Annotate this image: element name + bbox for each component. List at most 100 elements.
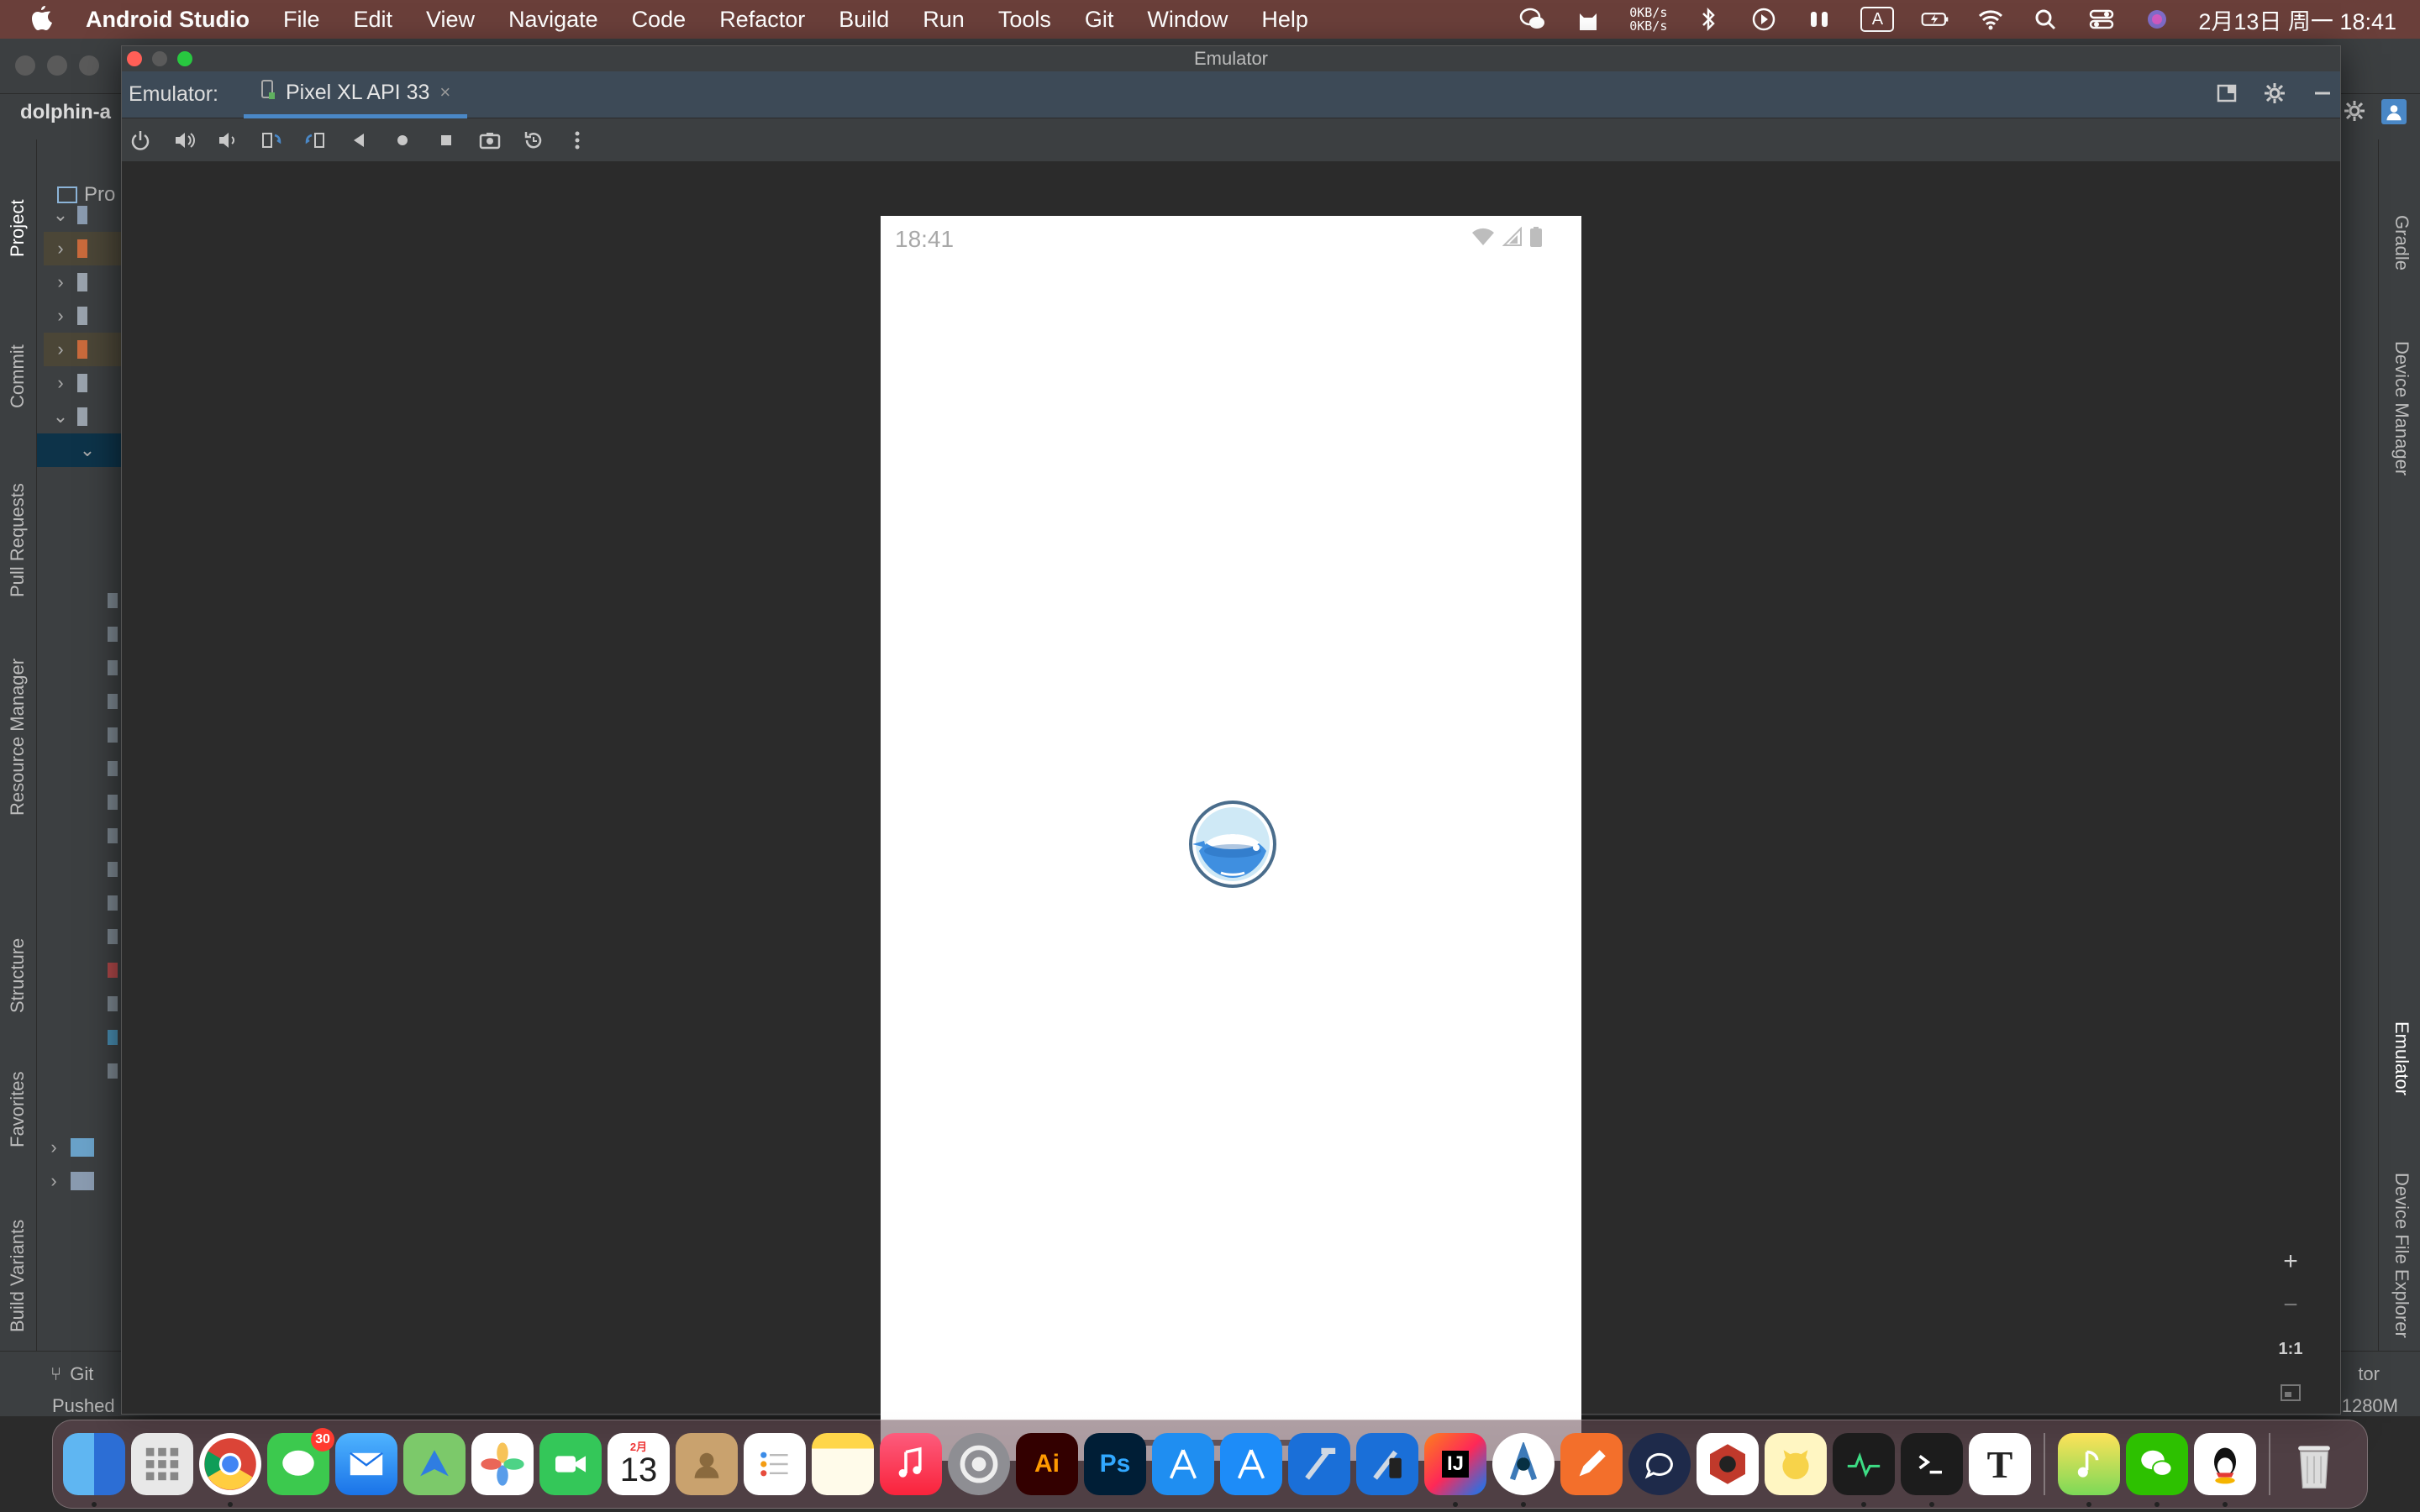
file-icon[interactable] [108, 694, 118, 709]
tool-tab-project[interactable]: Project [7, 200, 29, 257]
tree-row[interactable]: › [44, 299, 121, 333]
tool-tab-emulator[interactable]: Emulator [2391, 1021, 2412, 1095]
file-icon[interactable] [108, 660, 118, 675]
tool-tab-build-variants[interactable]: Build Variants [7, 1220, 29, 1332]
notes-icon[interactable] [812, 1433, 874, 1495]
settings-icon[interactable] [2343, 99, 2366, 123]
volume-down-icon[interactable] [214, 127, 241, 154]
menu-run[interactable]: Run [923, 7, 965, 33]
menu-code[interactable]: Code [632, 7, 687, 33]
tree-root-row[interactable]: ⌄ [44, 198, 121, 232]
hex-app-icon[interactable] [1697, 1433, 1759, 1495]
ide-minimize-button[interactable] [47, 55, 67, 76]
photos-icon[interactable] [471, 1433, 534, 1495]
emulator-minimize-button[interactable] [152, 51, 167, 66]
trash-icon[interactable] [2283, 1433, 2345, 1495]
airpods-icon[interactable] [1805, 7, 1833, 32]
app-store-icon[interactable] [1220, 1433, 1282, 1495]
file-icon[interactable] [108, 795, 118, 810]
menu-file[interactable]: File [283, 7, 320, 33]
menu-tools[interactable]: Tools [998, 7, 1051, 33]
tool-tab-resource-manager[interactable]: Resource Manager [7, 659, 29, 816]
file-icon[interactable] [108, 828, 118, 843]
actual-size-button[interactable]: 1:1 [2270, 1335, 2311, 1363]
cat-status-icon[interactable] [1574, 7, 1602, 32]
tool-tab-partial[interactable]: tor [2358, 1363, 2380, 1385]
power-icon[interactable] [127, 127, 154, 154]
zoom-out-button[interactable]: − [2270, 1291, 2311, 1320]
battery-charging-icon[interactable] [1921, 7, 1949, 32]
back-icon[interactable] [345, 127, 372, 154]
file-icon[interactable] [108, 963, 118, 978]
photoshop-icon[interactable]: Ps [1084, 1433, 1146, 1495]
spotlight-search-icon[interactable] [2032, 7, 2060, 32]
menu-help[interactable]: Help [1261, 7, 1308, 33]
tool-tab-gradle[interactable]: Gradle [2391, 215, 2412, 270]
tool-tab-git[interactable]: ⑂ Git [50, 1363, 93, 1385]
wechat-status-icon[interactable] [1518, 7, 1547, 32]
close-icon[interactable]: × [439, 81, 450, 103]
menu-refactor[interactable]: Refactor [719, 7, 805, 33]
xcode-icon[interactable] [1288, 1433, 1350, 1495]
tree-row[interactable]: ⌄ [44, 400, 121, 433]
menubar-clock[interactable]: 2月13日 周一 18:41 [2198, 3, 2396, 36]
file-icon[interactable] [108, 761, 118, 776]
menu-view[interactable]: View [426, 7, 475, 33]
file-icon[interactable] [108, 929, 118, 944]
emulator-close-button[interactable] [127, 51, 142, 66]
system-preferences-icon[interactable] [948, 1433, 1010, 1495]
simulator-icon[interactable] [1356, 1433, 1418, 1495]
tool-tab-structure[interactable]: Structure [7, 938, 29, 1013]
more-options-icon[interactable] [564, 127, 591, 154]
tool-tab-device-manager[interactable]: Device Manager [2391, 341, 2412, 475]
ide-zoom-button[interactable] [79, 55, 99, 76]
tool-tab-pull-requests[interactable]: Pull Requests [7, 483, 29, 597]
overview-icon[interactable] [433, 127, 460, 154]
ide-close-button[interactable] [15, 55, 35, 76]
bluetooth-icon[interactable] [1694, 7, 1723, 32]
maps-icon[interactable] [403, 1433, 466, 1495]
file-icon[interactable] [108, 593, 118, 608]
tool-tab-favorites[interactable]: Favorites [7, 1072, 29, 1147]
calendar-icon[interactable]: 2月 13 [608, 1433, 670, 1495]
tree-row[interactable]: › [44, 265, 121, 299]
tree-row[interactable]: › [44, 366, 121, 400]
messages-icon[interactable]: 30 [267, 1428, 334, 1495]
qq-icon[interactable] [2194, 1433, 2256, 1507]
illustrator-icon[interactable]: Ai [1016, 1433, 1078, 1495]
file-icon[interactable] [108, 627, 118, 642]
reminders-icon[interactable] [744, 1433, 806, 1495]
launchpad-icon[interactable] [131, 1433, 193, 1495]
file-icon[interactable] [108, 727, 118, 743]
mail-icon[interactable] [335, 1433, 397, 1495]
navicat-icon[interactable] [1765, 1433, 1827, 1495]
chat-app-icon[interactable] [1628, 1433, 1691, 1495]
file-icon[interactable] [108, 1063, 118, 1079]
wifi-icon[interactable] [1976, 7, 2005, 32]
control-center-icon[interactable] [2087, 7, 2116, 32]
play-circle-icon[interactable] [1749, 7, 1778, 32]
intellij-idea-icon[interactable]: IJ [1424, 1433, 1486, 1507]
snapshot-restore-icon[interactable] [520, 127, 547, 154]
input-method-indicator[interactable]: A [1860, 7, 1895, 32]
tree-row[interactable]: › [44, 333, 121, 366]
pencil-app-icon[interactable] [1560, 1433, 1623, 1495]
emulator-zoom-button[interactable] [177, 51, 192, 66]
project-name[interactable]: dolphin-a [20, 101, 111, 124]
android-studio-icon[interactable] [1492, 1433, 1555, 1507]
terminal-icon[interactable] [1901, 1433, 1963, 1507]
memory-indicator[interactable]: 1280M [2342, 1395, 2398, 1417]
tab-pixel-xl-api-33[interactable]: Pixel XL API 33 × [243, 71, 468, 118]
file-icon[interactable] [108, 862, 118, 877]
app-menu-android-studio[interactable]: Android Studio [86, 7, 250, 33]
zoom-in-button[interactable]: + [2270, 1247, 2311, 1276]
file-icon[interactable] [108, 996, 118, 1011]
menu-navigate[interactable]: Navigate [508, 7, 598, 33]
rotate-right-icon[interactable] [302, 127, 329, 154]
gear-icon[interactable] [2263, 81, 2286, 109]
volume-up-icon[interactable] [171, 127, 197, 154]
tree-row-selected[interactable]: ⌄ [37, 433, 121, 467]
menu-edit[interactable]: Edit [353, 7, 392, 33]
tree-row-scratches[interactable]: › [37, 1164, 121, 1198]
menu-window[interactable]: Window [1147, 7, 1228, 33]
